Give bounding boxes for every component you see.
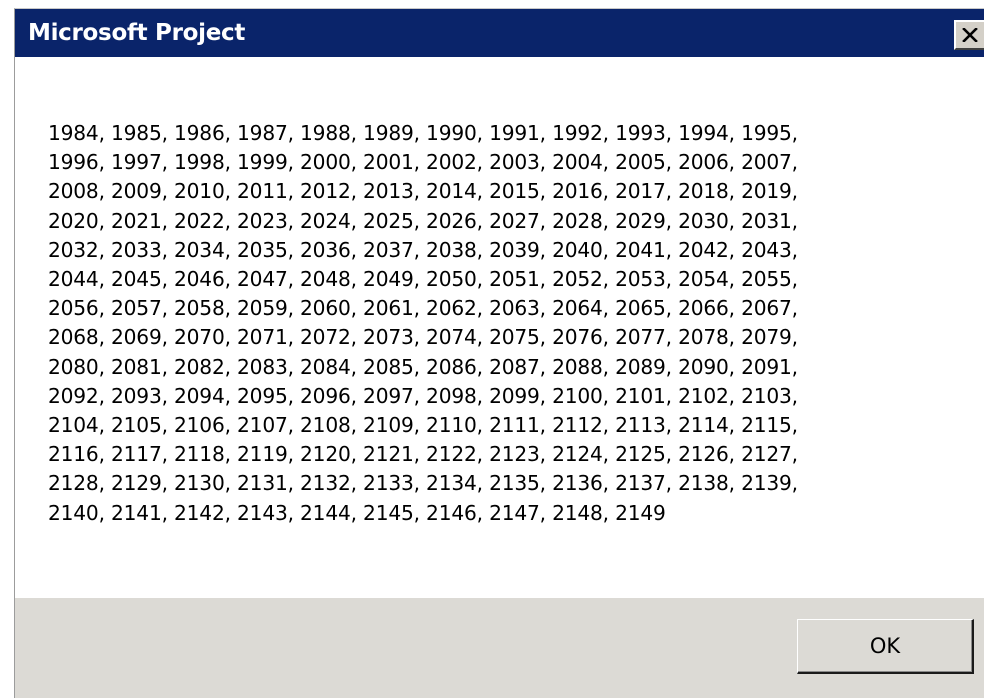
button-area: OK: [15, 598, 984, 698]
ok-button[interactable]: OK: [797, 619, 974, 674]
title-bar[interactable]: Microsoft Project: [15, 9, 984, 57]
close-icon: [962, 28, 978, 42]
message-dialog: Microsoft Project 1984, 1985, 1986, 1987…: [14, 8, 984, 698]
message-text: 1984, 1985, 1986, 1987, 1988, 1989, 1990…: [48, 121, 798, 525]
dialog-title: Microsoft Project: [28, 20, 246, 46]
close-button[interactable]: [954, 20, 984, 50]
